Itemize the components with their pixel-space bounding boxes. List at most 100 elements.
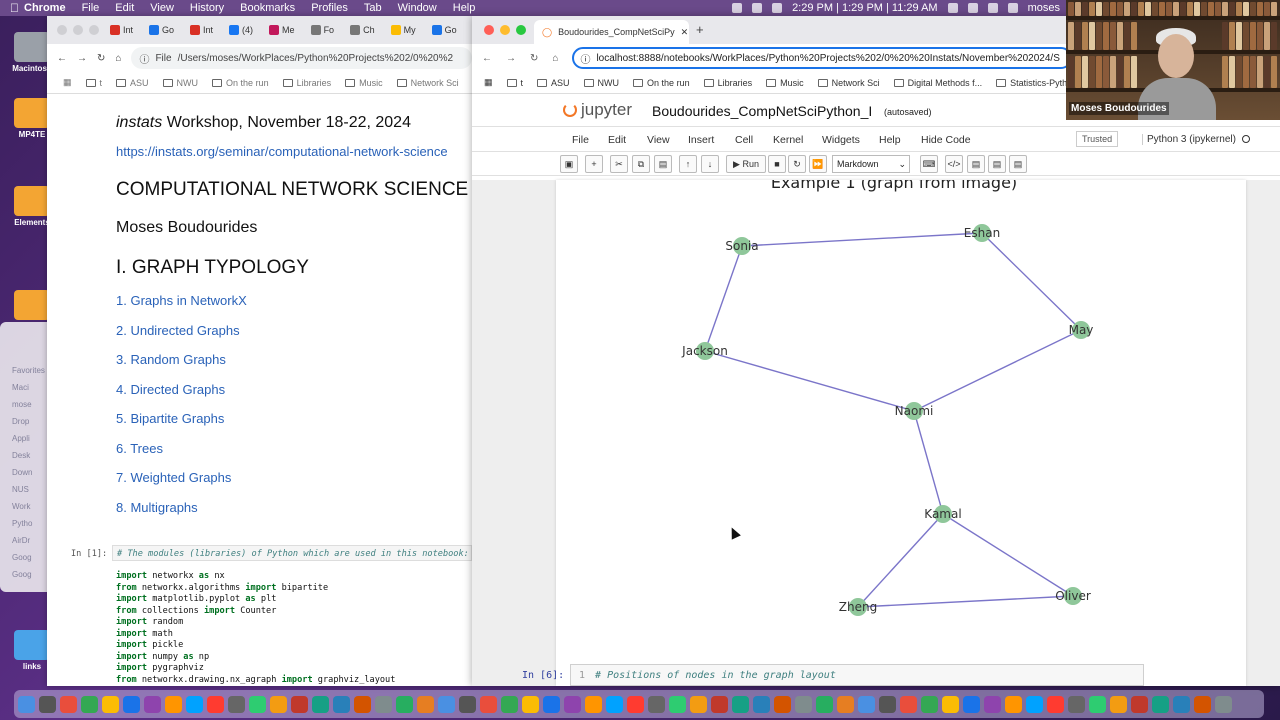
dock-app-icon[interactable] [543,695,560,713]
menu-cell[interactable]: Cell [735,134,753,146]
home-icon[interactable]: ⌂ [552,53,558,64]
dock-app-icon[interactable] [942,695,959,713]
dock-app-icon[interactable] [501,695,518,713]
bookmark-item[interactable]: Libraries [703,78,752,88]
desktop-icon-folder[interactable] [12,290,52,322]
bookmark-item[interactable]: Network Sci [396,78,459,88]
dock-app-icon[interactable] [165,695,182,713]
dock-app-icon[interactable] [123,695,140,713]
dock-app-icon[interactable] [417,695,434,713]
copy-icon[interactable]: ⧉ [632,155,650,173]
dock-app-icon[interactable] [333,695,350,713]
toc-link[interactable]: 1. Graphs in NetworkX [116,293,472,323]
dock-app-icon[interactable] [186,695,203,713]
document-icon[interactable]: ▤ [967,155,985,173]
menu-help[interactable]: Help [879,134,901,146]
volume-icon[interactable] [967,3,978,13]
dock-app-icon[interactable] [1194,695,1211,713]
dock-app-icon[interactable] [1047,695,1064,713]
dock-app-icon[interactable] [1005,695,1022,713]
dock-app-icon[interactable] [291,695,308,713]
dock-app-icon[interactable] [60,695,77,713]
pdf-icon[interactable]: ▤ [988,155,1006,173]
status-icon[interactable] [752,3,763,13]
close-tab-icon[interactable]: ✕ [681,27,689,38]
forward-icon[interactable]: → [506,53,516,64]
bookmark-item[interactable]: NWU [162,78,198,88]
dock-app-icon[interactable] [564,695,581,713]
address-text[interactable]: /Users/moses/WorkPlaces/Python%20Project… [178,53,454,64]
minimize-button[interactable] [500,25,510,35]
move-up-icon[interactable]: ↑ [679,155,697,173]
jupyter-logo[interactable]: jupyter [563,100,632,120]
paste-icon[interactable]: ▤ [654,155,672,173]
browser-tab[interactable]: Fo [306,20,340,40]
desktop-icon-folder[interactable]: links [12,630,52,671]
notebook-name[interactable]: Boudourides_CompNetSciPython_I [652,103,872,119]
dock-app-icon[interactable] [1089,695,1106,713]
bookmark-item[interactable]: NWU [583,78,619,88]
user-name[interactable]: moses [1028,2,1060,14]
menu-chrome[interactable]: Chrome [24,2,66,14]
bookmark-item[interactable]: Network Sci [817,78,880,88]
wifi-icon[interactable] [1007,3,1018,13]
dock-app-icon[interactable] [228,695,245,713]
bookmark-item[interactable]: Statistics-Pyth [996,78,1067,88]
bookmark-item[interactable]: Libraries [282,78,331,88]
dock-app-icon[interactable] [207,695,224,713]
dock-app-icon[interactable] [858,695,875,713]
restart-icon[interactable]: ↻ [788,155,806,173]
back-icon[interactable]: ← [482,53,492,64]
zoom-button[interactable] [89,25,99,35]
dock-app-icon[interactable] [459,695,476,713]
dock-app-icon[interactable] [585,695,602,713]
browser-tab[interactable]: Go [144,20,179,40]
dock-app-icon[interactable] [1131,695,1148,713]
menu-insert[interactable]: Insert [688,134,714,146]
bookmark-item[interactable]: ASU [116,78,149,88]
dock-app-icon[interactable] [795,695,812,713]
dock-app-icon[interactable] [1215,695,1232,713]
dock-app-icon[interactable] [144,695,161,713]
menu-view[interactable]: View [150,2,174,14]
bookmark-item[interactable]: On the run [212,78,269,88]
address-text[interactable]: localhost:8888/notebooks/WorkPlaces/Pyth… [596,53,1059,64]
dock-app-icon[interactable] [879,695,896,713]
close-button[interactable] [57,25,67,35]
bookmark-item[interactable]: Digital Methods f... [893,78,982,88]
run-button[interactable]: ▶ Run [726,155,766,173]
dock-app-icon[interactable] [375,695,392,713]
forward-icon[interactable]: → [77,53,87,64]
dock-app-icon[interactable] [732,695,749,713]
stop-icon[interactable]: ■ [768,155,786,173]
toc-link[interactable]: 8. Multigraphs [116,500,472,530]
dock-app-icon[interactable] [270,695,287,713]
browser-tab[interactable]: Int [105,20,138,40]
menu-history[interactable]: History [190,2,224,14]
kernel-indicator[interactable]: Python 3 (ipykernel) [1142,134,1250,145]
dock-app-icon[interactable] [837,695,854,713]
dock-app-icon[interactable] [690,695,707,713]
trusted-badge[interactable]: Trusted [1076,131,1119,147]
insert-cell-icon[interactable]: + [585,155,603,173]
menu-file[interactable]: File [572,134,589,146]
zoom-button[interactable] [516,25,526,35]
toc-link[interactable]: 4. Directed Graphs [116,382,472,412]
bookmark-item[interactable]: t [506,78,523,88]
menu-file[interactable]: File [82,2,100,14]
save-icon[interactable]: ▣ [560,155,578,173]
dock-app-icon[interactable] [1173,695,1190,713]
browser-tab[interactable]: Go [427,20,462,40]
dock-app-icon[interactable] [81,695,98,713]
keyboard-icon[interactable]: ⌨ [920,155,938,173]
dock-app-icon[interactable] [984,695,1001,713]
back-icon[interactable]: ← [57,53,67,64]
dock-app-icon[interactable] [102,695,119,713]
dock-app-icon[interactable] [522,695,539,713]
dock-app-icon[interactable] [1110,695,1127,713]
home-icon[interactable]: ⌂ [115,53,121,64]
bookmark-item[interactable]: t [85,78,102,88]
dock-app-icon[interactable] [921,695,938,713]
move-down-icon[interactable]: ↓ [701,155,719,173]
toc-link[interactable]: 3. Random Graphs [116,352,472,382]
